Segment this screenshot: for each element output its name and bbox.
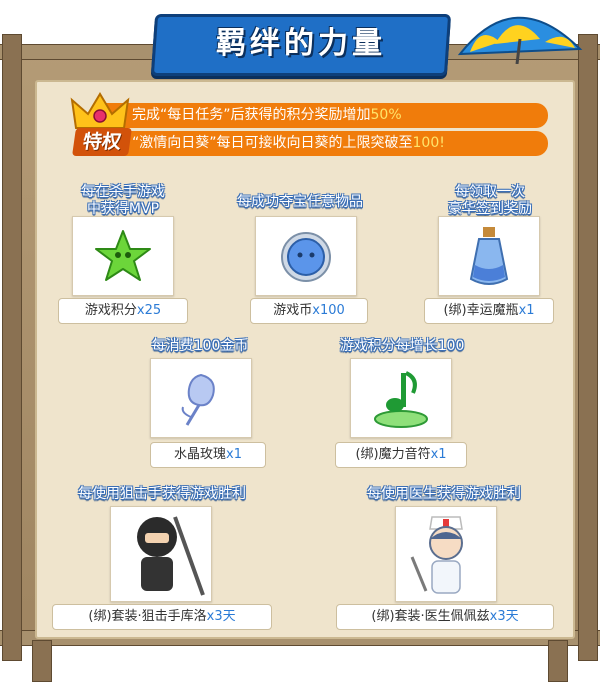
reward-condition: 游戏积分每增长100 (339, 338, 465, 354)
frame-left-foot (32, 640, 52, 682)
reward-label: 游戏积分x25 (58, 298, 188, 324)
reward-condition: 每成功夺宝任意物品 (237, 194, 363, 210)
privilege-row-2: “激情向日葵”每日可接收向日葵的上限突破至100! (100, 131, 548, 156)
magic-bottle-icon (469, 227, 509, 285)
reward-condition: 每领取一次 豪华签到奖励 (448, 184, 532, 217)
reward-label: (绑)套装·医生佩佩兹x3天 (336, 604, 554, 630)
reward-label: 游戏币x100 (250, 298, 368, 324)
crown-icon (70, 92, 130, 129)
reward-condition: 每在杀手游戏 中获得MVP (81, 184, 165, 217)
privilege-row-1: 完成“每日任务”后获得的积分奖励增加50% (100, 103, 548, 128)
reward-label: 水晶玫瑰x1 (150, 442, 266, 468)
frame-right-post (578, 34, 598, 661)
page-title: 羁绊的力量 (216, 26, 386, 61)
beach-umbrella-icon (457, 16, 583, 64)
frame-right-foot (548, 640, 568, 682)
reward-condition: 每消费100金币 (151, 338, 249, 354)
nurse-avatar-icon (410, 516, 463, 594)
reward-image-frame (110, 506, 212, 602)
reward-label: (绑)魔力音符x1 (335, 442, 467, 468)
reward-image-frame (438, 216, 540, 296)
sniper-avatar-icon (137, 516, 205, 596)
privilege-badge: 特权 (72, 128, 132, 156)
reward-label: (绑)幸运魔瓶x1 (424, 298, 554, 324)
reward-label: (绑)套装·狙击手库洛x3天 (52, 604, 272, 630)
privilege-line1-text: 完成“每日任务”后获得的积分奖励增加 (132, 107, 371, 123)
reward-image-frame (72, 216, 174, 296)
reward-condition: 每使用狙击手获得游戏胜利 (78, 486, 246, 502)
reward-condition: 每使用医生获得游戏胜利 (367, 486, 521, 502)
crystal-rose-icon (181, 373, 215, 426)
frame-left-post (2, 34, 22, 661)
privilege-line2-highlight: 100! (412, 135, 445, 151)
reward-image-frame (255, 216, 357, 296)
blue-coin-icon (281, 232, 331, 282)
privilege-line1-highlight: 50% (370, 107, 402, 123)
magic-note-icon (374, 371, 428, 428)
green-star-icon (95, 230, 151, 281)
reward-image-frame (395, 506, 497, 602)
reward-image-frame (350, 358, 452, 438)
privilege-line2-text: “激情向日葵”每日可接收向日葵的上限突破至 (132, 135, 413, 151)
reward-image-frame (150, 358, 252, 438)
